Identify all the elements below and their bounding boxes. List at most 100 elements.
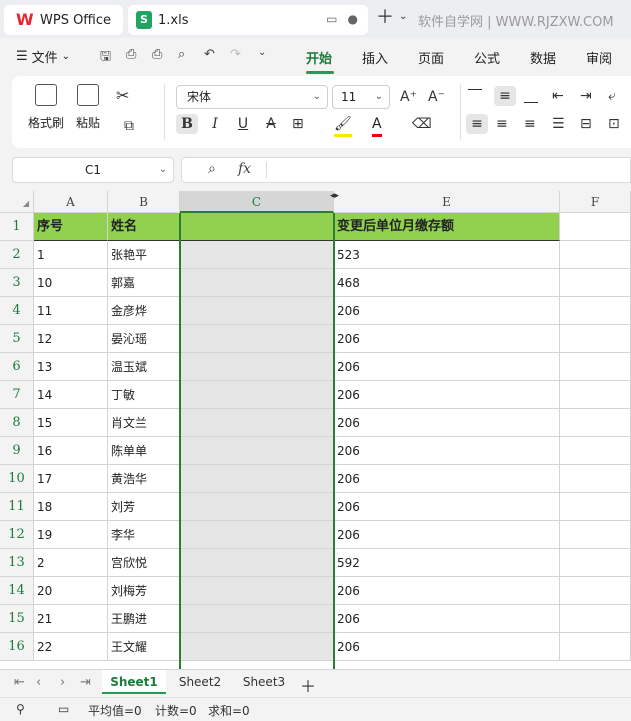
column-header-f[interactable]: F xyxy=(560,191,631,213)
row-header[interactable]: 6 xyxy=(0,353,34,381)
row-header[interactable]: 3 xyxy=(0,269,34,297)
increase-font-icon[interactable]: A⁺ xyxy=(400,87,417,107)
cell-c[interactable] xyxy=(180,213,334,241)
tab-review[interactable]: 审阅 xyxy=(586,48,612,67)
align-left-icon[interactable]: ≡ xyxy=(466,114,488,134)
cell-f[interactable] xyxy=(560,409,631,437)
last-sheet-icon[interactable]: ⇥ xyxy=(80,675,91,690)
cell-f[interactable] xyxy=(560,633,631,661)
cell-a[interactable]: 11 xyxy=(34,297,108,325)
align-middle-icon[interactable]: ≡ xyxy=(494,86,516,106)
cell-b[interactable]: 肖文兰 xyxy=(108,409,180,437)
undo-icon[interactable]: ↶ xyxy=(204,47,215,62)
format-painter-button[interactable]: 格式刷 xyxy=(28,84,64,131)
cell-e[interactable]: 468 xyxy=(334,269,560,297)
row-header[interactable]: 11 xyxy=(0,493,34,521)
cell-e[interactable]: 523 xyxy=(334,241,560,269)
column-header-c[interactable]: C xyxy=(180,191,334,213)
redo-icon[interactable]: ↷ xyxy=(230,47,241,62)
add-sheet-button[interactable]: ＋ xyxy=(300,673,316,697)
tab-page[interactable]: 页面 xyxy=(418,48,444,67)
tab-data[interactable]: 数据 xyxy=(530,48,556,67)
export-pdf-icon[interactable]: ⎙ xyxy=(126,47,136,62)
cell-a[interactable]: 17 xyxy=(34,465,108,493)
fill-color-icon[interactable]: 🖌 xyxy=(334,114,352,137)
cell-e[interactable]: 206 xyxy=(334,465,560,493)
increase-indent-icon[interactable]: ⇥ xyxy=(580,86,592,106)
cell-f[interactable] xyxy=(560,269,631,297)
cell-f[interactable] xyxy=(560,437,631,465)
row-header[interactable]: 1 xyxy=(0,213,34,241)
justify-icon[interactable]: ☰ xyxy=(552,114,565,134)
align-top-icon[interactable]: ⎺ xyxy=(468,86,482,106)
print-preview-icon[interactable]: ⌕ xyxy=(178,47,185,62)
sheet-view-icon[interactable]: ▭ xyxy=(58,702,69,716)
cell-c[interactable] xyxy=(180,325,334,353)
first-sheet-icon[interactable]: ⇤ xyxy=(14,675,25,690)
column-header-a[interactable]: A xyxy=(34,191,108,213)
cell-f[interactable] xyxy=(560,549,631,577)
cell-b[interactable]: 晏沁瑶 xyxy=(108,325,180,353)
cell-b[interactable]: 张艳平 xyxy=(108,241,180,269)
bold-button[interactable]: B xyxy=(176,114,198,134)
row-header[interactable]: 8 xyxy=(0,409,34,437)
cell-f[interactable] xyxy=(560,381,631,409)
cell-e[interactable]: 206 xyxy=(334,605,560,633)
new-tab-button[interactable]: ＋ xyxy=(376,9,394,27)
row-header[interactable]: 16 xyxy=(0,633,34,661)
cell-f[interactable] xyxy=(560,605,631,633)
column-resize-handle-icon[interactable]: ◂▸ xyxy=(330,191,339,201)
cell-c[interactable] xyxy=(180,381,334,409)
cell-f[interactable] xyxy=(560,493,631,521)
cell-e[interactable]: 206 xyxy=(334,493,560,521)
cell-b[interactable]: 姓名 xyxy=(108,213,180,241)
cell-f[interactable] xyxy=(560,521,631,549)
copy-icon[interactable]: ⧉ xyxy=(124,116,134,136)
cell-a[interactable]: 12 xyxy=(34,325,108,353)
underline-button[interactable]: U xyxy=(234,114,252,134)
row-header[interactable]: 12 xyxy=(0,521,34,549)
align-bottom-icon[interactable]: ⎽ xyxy=(524,86,538,106)
cell-f[interactable] xyxy=(560,213,631,241)
cell-c[interactable] xyxy=(180,241,334,269)
cell-e[interactable]: 206 xyxy=(334,521,560,549)
cell-e[interactable]: 206 xyxy=(334,297,560,325)
align-right-icon[interactable]: ≡ xyxy=(524,114,536,134)
macro-icon[interactable]: ⚲ xyxy=(16,702,25,716)
column-header-b[interactable]: B xyxy=(108,191,180,213)
tab-home[interactable]: 开始 xyxy=(306,48,332,67)
decrease-font-icon[interactable]: A⁻ xyxy=(428,87,445,107)
cell-e[interactable]: 206 xyxy=(334,437,560,465)
cell-f[interactable] xyxy=(560,297,631,325)
cell-b[interactable]: 温玉斌 xyxy=(108,353,180,381)
cell-c[interactable] xyxy=(180,577,334,605)
cell-f[interactable] xyxy=(560,577,631,605)
row-header[interactable]: 13 xyxy=(0,549,34,577)
cell-a[interactable]: 21 xyxy=(34,605,108,633)
cell-f[interactable] xyxy=(560,325,631,353)
row-header[interactable]: 9 xyxy=(0,437,34,465)
cell-b[interactable]: 王鹏进 xyxy=(108,605,180,633)
font-color-icon[interactable]: A xyxy=(372,114,382,137)
cell-a[interactable]: 16 xyxy=(34,437,108,465)
cell-e[interactable]: 206 xyxy=(334,577,560,605)
cut-icon[interactable]: ✂ xyxy=(116,86,129,106)
cell-a[interactable]: 18 xyxy=(34,493,108,521)
tab-formula[interactable]: 公式 xyxy=(474,48,500,67)
sheet-tab-sheet3[interactable]: Sheet3 xyxy=(232,670,296,694)
new-tab-dropdown-icon[interactable]: ⌄ xyxy=(399,11,407,22)
next-sheet-icon[interactable]: › xyxy=(60,675,65,690)
cell-a[interactable]: 20 xyxy=(34,577,108,605)
cell-e[interactable]: 206 xyxy=(334,633,560,661)
select-all-corner[interactable]: ◢ xyxy=(0,191,34,213)
cell-b[interactable]: 宫欣悦 xyxy=(108,549,180,577)
wrap-text-icon[interactable]: ⤶ xyxy=(608,86,616,106)
font-name-select[interactable]: 宋体 ⌄ xyxy=(176,85,328,109)
cell-b[interactable]: 刘芳 xyxy=(108,493,180,521)
cell-a[interactable]: 1 xyxy=(34,241,108,269)
name-box[interactable]: C1 ⌄ xyxy=(12,157,174,183)
tab-insert[interactable]: 插入 xyxy=(362,48,388,67)
cell-c[interactable] xyxy=(180,493,334,521)
window-mode-icon[interactable]: ▭ xyxy=(326,12,337,26)
cell-a[interactable]: 10 xyxy=(34,269,108,297)
